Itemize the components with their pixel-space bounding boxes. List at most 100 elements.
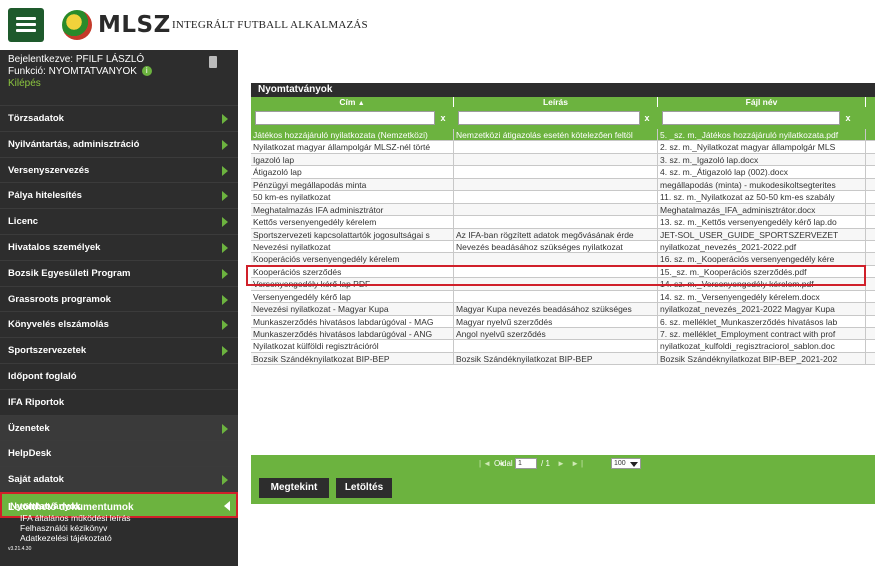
table-row[interactable]: Nyilatkozat magyar állampolgár MLSZ-nél … (251, 141, 875, 154)
cell-filename: 7. sz. melléklet_Employment contract wit… (658, 328, 866, 340)
chevron-right-icon (222, 268, 228, 279)
table-row[interactable]: Kooperációs versenyengedély kérelem 16. s… (251, 253, 875, 266)
sidebar-item-helpdesk[interactable]: HelpDesk (0, 440, 238, 467)
cell-description (454, 290, 658, 303)
pin-icon[interactable] (209, 56, 217, 68)
user-box: Bejelentkezve: PFILF LÁSZLÓ Funkció: NYO… (0, 50, 238, 105)
sidebar-item-label: Időpont foglaló (8, 370, 77, 382)
cell-description: Magyar nyelvű szerződés (454, 315, 658, 328)
column-header-leiras[interactable]: Leírás (454, 97, 658, 107)
sidebar-item-label: Törzsadatok (8, 113, 64, 124)
next-last-page-icon[interactable]: ► ►| (557, 459, 585, 468)
filter-row: x x x (251, 107, 875, 129)
table-row-highlighted[interactable]: Nevezési nyilatkozat Nevezés beadásához s… (251, 240, 875, 254)
chevron-right-icon (222, 139, 228, 150)
column-label: Leírás (542, 97, 569, 107)
cell-title: Meghatalmazás IFA adminisztrátor (251, 203, 454, 216)
sidebar-item-label: HelpDesk (8, 448, 52, 460)
sidebar-menu: Törzsadatok Nyilvántartás, adminisztráci… (0, 105, 238, 518)
filter-input-fajlnev[interactable] (662, 111, 840, 125)
view-button[interactable]: Megtekint (259, 478, 329, 498)
table-row[interactable]: Bozsik Szándéknyilatkozat BIP-BEP Bozsik … (251, 352, 875, 366)
sidebar: Bejelentkezve: PFILF LÁSZLÓ Funkció: NYO… (0, 50, 238, 566)
cell-filename: JET-SOL_USER_GUIDE_SPORTSZERVEZET (658, 228, 866, 241)
sidebar-item-hivatalos[interactable]: Hivatalos személyek (0, 233, 238, 260)
cell-description (454, 203, 658, 216)
hamburger-menu-icon[interactable] (8, 8, 44, 42)
pagination-bar: |◄ ◄ Oldal 1 / 1 ► ►| 100 (251, 455, 875, 473)
column-label: Fájl név (745, 97, 778, 107)
doc-link[interactable]: Felhasználói kézikönyv (8, 523, 233, 533)
downloadable-docs: Letölthető dokumentumok IFA általános mű… (8, 502, 233, 543)
sidebar-item-idopont[interactable]: Időpont foglaló (0, 362, 238, 389)
chevron-down-icon (630, 462, 638, 467)
table-row[interactable]: Átigazoló lap 4. sz. m._Átigazoló lap (00… (251, 166, 875, 179)
page-number-input[interactable]: 1 (515, 458, 537, 469)
sidebar-item-palya[interactable]: Pálya hitelesítés (0, 182, 238, 209)
cell-description (454, 340, 658, 353)
table-row[interactable]: Játékos hozzájáruló nyilatkozata (Nemzet… (251, 129, 875, 142)
clear-filter-icon[interactable]: x (438, 112, 448, 124)
table-row[interactable]: Igazoló lap 3. sz. m._Igazoló lap.docx (251, 153, 875, 167)
cell-filename: Bozsik Szándéknyilatkozat BIP-BEP_2021-2… (658, 352, 866, 365)
logo-text: MLSZ (98, 12, 171, 38)
sidebar-item-label: Nyilvántartás, adminisztráció (8, 138, 140, 150)
chevron-right-icon (222, 320, 228, 331)
table-row[interactable]: Kettős versenyengedély kérelem 13. sz. m.… (251, 216, 875, 229)
table-row[interactable]: Meghatalmazás IFA adminisztrátor Meghatal… (251, 203, 875, 217)
clear-filter-icon[interactable]: x (843, 112, 853, 124)
table-row[interactable]: Nevezési nyilatkozat - Magyar Kupa Magyar… (251, 303, 875, 316)
page-size-select[interactable]: 100 (611, 458, 641, 469)
cell-description (454, 253, 658, 266)
cell-description: Nevezés beadásához szükséges nyilatkozat (454, 240, 658, 253)
table-row[interactable]: 50 km-es nyilatkozat 11. sz. m._Nyilatkoz… (251, 191, 875, 204)
filter-input-cim[interactable] (255, 111, 435, 125)
sidebar-item-sportszervezetek[interactable]: Sportszervezetek (0, 337, 238, 363)
page-size-value: 100 (614, 460, 626, 467)
sidebar-item-nyilvantartas[interactable]: Nyilvántartás, adminisztráció (0, 130, 238, 157)
column-header-cim[interactable]: Cím ▲ (251, 97, 454, 107)
chevron-right-icon (222, 423, 228, 434)
filter-input-leiras[interactable] (458, 111, 640, 125)
table-row[interactable]: Pénzügyi megállapodás minta megállapodás … (251, 178, 875, 192)
download-button[interactable]: Letöltés (336, 478, 392, 498)
sidebar-item-konyveles[interactable]: Könyvelés elszámolás (0, 311, 238, 338)
table-row[interactable]: Munkaszerződés hivatásos labdarúgóval - … (251, 315, 875, 328)
cell-filename: 3. sz. m._Igazoló lap.docx (658, 153, 866, 166)
sidebar-item-ifa-riportok[interactable]: IFA Riportok (0, 388, 238, 415)
doc-link[interactable]: Adatkezelési tájékoztató (8, 533, 233, 543)
cell-title: Átigazoló lap (251, 166, 454, 179)
table-row[interactable]: Munkaszerződés hivatásos labdarúgóval - … (251, 328, 875, 341)
table-row[interactable]: Versenyengedély kérő lap 14. sz. m._Verse… (251, 290, 875, 304)
cell-filename: 5. _sz. m._Játékos hozzájáruló nyilatkoz… (658, 129, 866, 141)
sidebar-item-bozsik[interactable]: Bozsik Egyesületi Program (0, 259, 238, 286)
sidebar-item-label: IFA Riportok (8, 396, 65, 408)
logout-link[interactable]: Kilépés (8, 78, 41, 89)
cell-title: Nevezési nyilatkozat (251, 240, 454, 253)
cell-filename: megállapodás (minta) - mukodesikoltsegte… (658, 178, 866, 191)
chevron-right-icon (222, 165, 228, 176)
page-total: / 1 (541, 459, 550, 468)
sidebar-item-torzsadatok[interactable]: Törzsadatok (0, 105, 238, 131)
mlsz-logo-icon (62, 10, 92, 40)
cell-filename: 16. sz. m._Kooperációs versenyengedély k… (658, 253, 866, 266)
sidebar-item-licenc[interactable]: Licenc (0, 208, 238, 234)
cell-title: Játékos hozzájáruló nyilatkozata (Nemzet… (251, 129, 454, 141)
doc-link[interactable]: IFA általános működési leírás (8, 513, 233, 523)
cell-filename: 2. sz. m._Nyilatkozat magyar állampolgár… (658, 141, 866, 154)
cell-filename: nyilatkozat_nevezés_2021-2022 Magyar Kup… (658, 303, 866, 316)
clear-filter-icon[interactable]: x (642, 112, 652, 124)
info-icon[interactable]: i (141, 66, 152, 77)
cell-description: Nemzetközi átigazolás esetén kötelezően … (454, 129, 658, 141)
docs-title: Letölthető dokumentumok (8, 502, 134, 513)
cell-title: Versenyengedély kérő lap (251, 290, 454, 303)
sidebar-item-sajat-adatok[interactable]: Saját adatok (0, 466, 238, 492)
table-row[interactable]: Sportszervezeti kapcsolattartók jogosult… (251, 228, 875, 241)
cell-title: Igazoló lap (251, 153, 454, 166)
sidebar-item-versenyszervezes[interactable]: Versenyszervezés (0, 156, 238, 183)
column-header-fajlnev[interactable]: Fájl név (658, 97, 866, 107)
sidebar-item-grassroots[interactable]: Grassroots programok (0, 285, 238, 312)
grid-header (251, 83, 875, 97)
table-row[interactable]: Nyilatkozat külföldi regisztrációról nyil… (251, 340, 875, 353)
sidebar-item-uzenetek[interactable]: Üzenetek (0, 414, 238, 441)
